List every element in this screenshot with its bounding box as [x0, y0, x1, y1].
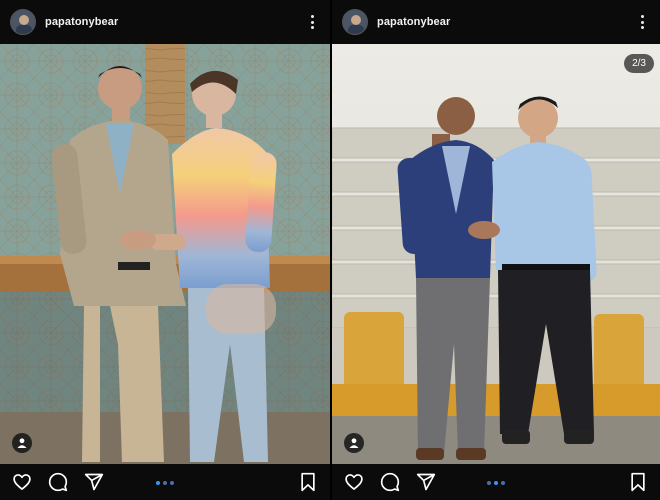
- more-vertical-icon[interactable]: [304, 12, 320, 32]
- carousel-indicator: [156, 481, 174, 485]
- more-vertical-icon[interactable]: [634, 12, 650, 32]
- user-tag-icon[interactable]: [12, 433, 32, 453]
- carousel-indicator: [487, 481, 505, 485]
- profile-avatar[interactable]: [342, 9, 368, 35]
- post-photo[interactable]: [0, 44, 330, 464]
- profile-avatar[interactable]: [10, 9, 36, 35]
- bookmark-icon[interactable]: [626, 470, 650, 494]
- carousel-dot: [487, 481, 491, 485]
- carousel-dot: [163, 481, 167, 485]
- post-header: papatonybear: [332, 0, 660, 44]
- instagram-feed-screen: papatonybear papatonybear 2/3: [0, 0, 660, 500]
- carousel-dot: [156, 481, 160, 485]
- heart-icon[interactable]: [342, 470, 366, 494]
- comment-icon[interactable]: [378, 470, 402, 494]
- comment-icon[interactable]: [46, 470, 70, 494]
- post-2: papatonybear 2/3: [330, 0, 660, 500]
- action-bar: [0, 464, 330, 500]
- action-bar: [332, 464, 660, 500]
- post-1: papatonybear: [0, 0, 330, 500]
- bookmark-icon[interactable]: [296, 470, 320, 494]
- send-icon[interactable]: [82, 470, 106, 494]
- post-header: papatonybear: [0, 0, 330, 44]
- post-photo[interactable]: [332, 44, 660, 464]
- carousel-dot: [170, 481, 174, 485]
- username[interactable]: papatonybear: [377, 16, 450, 28]
- user-tag-icon[interactable]: [344, 433, 364, 453]
- carousel-counter: 2/3: [624, 54, 654, 73]
- send-icon[interactable]: [414, 470, 438, 494]
- carousel-dot: [494, 481, 498, 485]
- username[interactable]: papatonybear: [45, 16, 118, 28]
- heart-icon[interactable]: [10, 470, 34, 494]
- carousel-dot: [501, 481, 505, 485]
